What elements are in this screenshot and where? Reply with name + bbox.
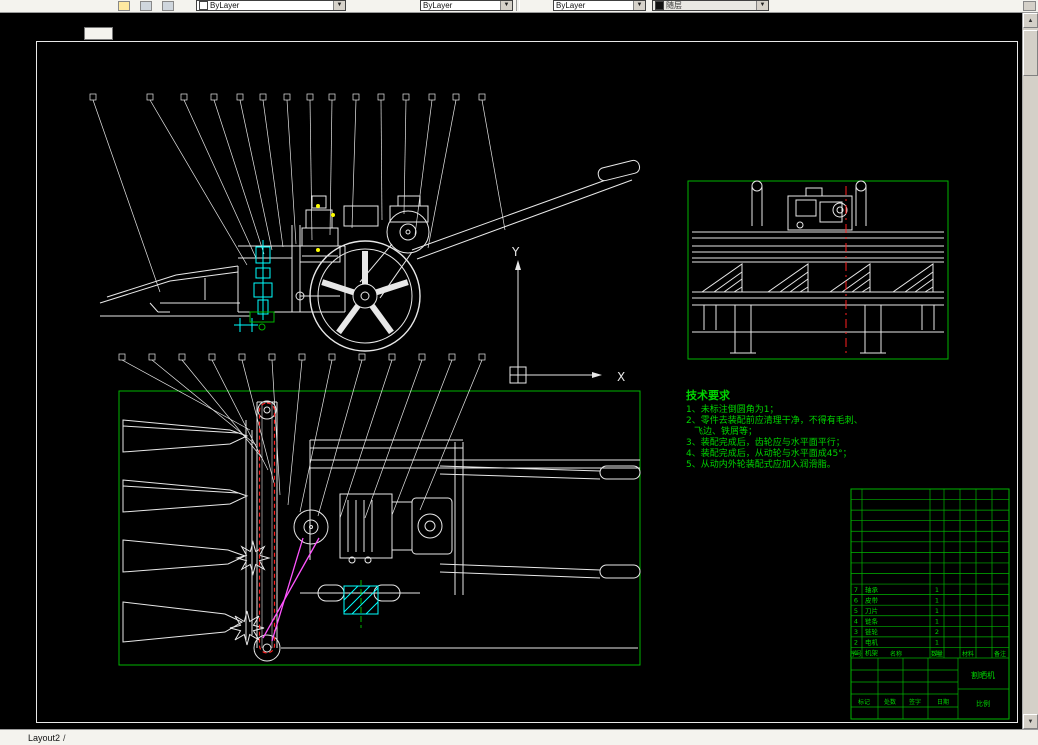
plotstyle-control-value: 随层 xyxy=(666,1,682,10)
svg-text:4: 4 xyxy=(854,618,858,626)
svg-text:1: 1 xyxy=(854,649,858,657)
svg-text:1: 1 xyxy=(935,607,939,615)
layer-previous-icon[interactable] xyxy=(140,1,152,11)
linetype-control-dropdown[interactable]: ByLayer ▼ xyxy=(420,0,513,11)
layer-tool-icon[interactable] xyxy=(118,1,130,11)
svg-text:链条: 链条 xyxy=(865,617,879,626)
svg-text:电机: 电机 xyxy=(865,638,879,647)
toolbar-grip xyxy=(1023,1,1036,11)
svg-text:2: 2 xyxy=(854,639,858,647)
svg-text:3: 3 xyxy=(854,628,858,636)
scroll-down-icon[interactable]: ▼ xyxy=(1023,714,1038,729)
toolbar-separator xyxy=(516,0,520,11)
tech-line: 1、未标注倒圆角为1； xyxy=(686,403,778,415)
lineweight-control-dropdown[interactable]: ByLayer ▼ xyxy=(553,0,646,11)
svg-text:1: 1 xyxy=(935,618,939,626)
tech-line: 4、装配完成后，从动轮与水平面成45°； xyxy=(686,447,852,459)
tech-requirements-title: 技术要求 xyxy=(686,388,731,402)
tech-line: 5、从动内外轮装配式应加入润滑脂。 xyxy=(686,458,836,470)
linetype-control-value: ByLayer xyxy=(423,1,453,10)
color-swatch xyxy=(199,1,208,10)
svg-text:标记: 标记 xyxy=(858,698,870,706)
plotstyle-control-dropdown[interactable]: 随层 ▼ xyxy=(652,0,769,11)
svg-text:6: 6 xyxy=(854,596,858,604)
svg-text:链轮: 链轮 xyxy=(865,627,879,636)
cad-application-window: Y X 技术要求 1、未标注倒圆角为1； 2、零件去装配前应清理干净，不得有毛刺… xyxy=(0,0,1038,745)
tech-line: 飞边、铁屑等； xyxy=(694,425,757,437)
tab-separator: / xyxy=(63,733,66,743)
svg-text:名称: 名称 xyxy=(890,650,902,658)
color-control-value: ByLayer xyxy=(210,1,240,10)
svg-text:备注: 备注 xyxy=(994,650,1006,658)
svg-text:2: 2 xyxy=(935,628,939,636)
tab-layout2[interactable]: Layout2 xyxy=(28,733,60,743)
tech-line: 2、零件去装配前应清理干净，不得有毛刺、 xyxy=(686,414,863,426)
tech-line: 3、装配完成后，齿轮应与水平面平行； xyxy=(686,436,845,448)
svg-text:1: 1 xyxy=(935,649,939,657)
chevron-down-icon[interactable]: ▼ xyxy=(333,1,345,10)
scale-label: 比例 xyxy=(976,699,990,708)
layout-tab-bar: Layout2 / xyxy=(0,729,1038,745)
drawing-name: 割晒机 xyxy=(971,670,995,680)
scroll-up-icon[interactable]: ▲ xyxy=(1023,13,1038,28)
svg-text:7: 7 xyxy=(854,586,858,594)
svg-text:材料: 材料 xyxy=(962,650,974,658)
layer-states-icon[interactable] xyxy=(162,1,174,11)
svg-text:轴承: 轴承 xyxy=(865,585,879,594)
ucs-y-label: Y xyxy=(511,245,520,259)
chevron-down-icon[interactable]: ▼ xyxy=(756,1,768,10)
svg-text:皮带: 皮带 xyxy=(865,595,879,604)
svg-text:1: 1 xyxy=(935,639,939,647)
svg-text:刀片: 刀片 xyxy=(865,606,878,615)
svg-text:1: 1 xyxy=(935,596,939,604)
chevron-down-icon[interactable]: ▼ xyxy=(500,1,512,10)
scrollbar-thumb[interactable] xyxy=(1023,30,1038,76)
svg-text:处数: 处数 xyxy=(884,698,896,706)
svg-text:1: 1 xyxy=(935,586,939,594)
lineweight-control-value: ByLayer xyxy=(556,1,586,10)
svg-text:签字: 签字 xyxy=(909,698,921,706)
color-control-dropdown[interactable]: ByLayer ▼ xyxy=(196,0,346,11)
plotstyle-swatch xyxy=(655,1,664,10)
chevron-down-icon[interactable]: ▼ xyxy=(633,1,645,10)
svg-text:日期: 日期 xyxy=(937,698,949,706)
svg-text:机架: 机架 xyxy=(865,648,879,657)
mini-panel xyxy=(84,27,113,40)
properties-toolbar: ByLayer ▼ ByLayer ▼ ByLayer ▼ 随层 ▼ xyxy=(0,0,1038,13)
ucs-x-label: X xyxy=(617,370,625,384)
drawing-canvas[interactable]: Y X 技术要求 1、未标注倒圆角为1； 2、零件去装配前应清理干净，不得有毛刺… xyxy=(0,0,1038,745)
svg-text:5: 5 xyxy=(854,607,858,615)
vertical-scrollbar[interactable]: ▲ ▼ xyxy=(1022,13,1038,729)
